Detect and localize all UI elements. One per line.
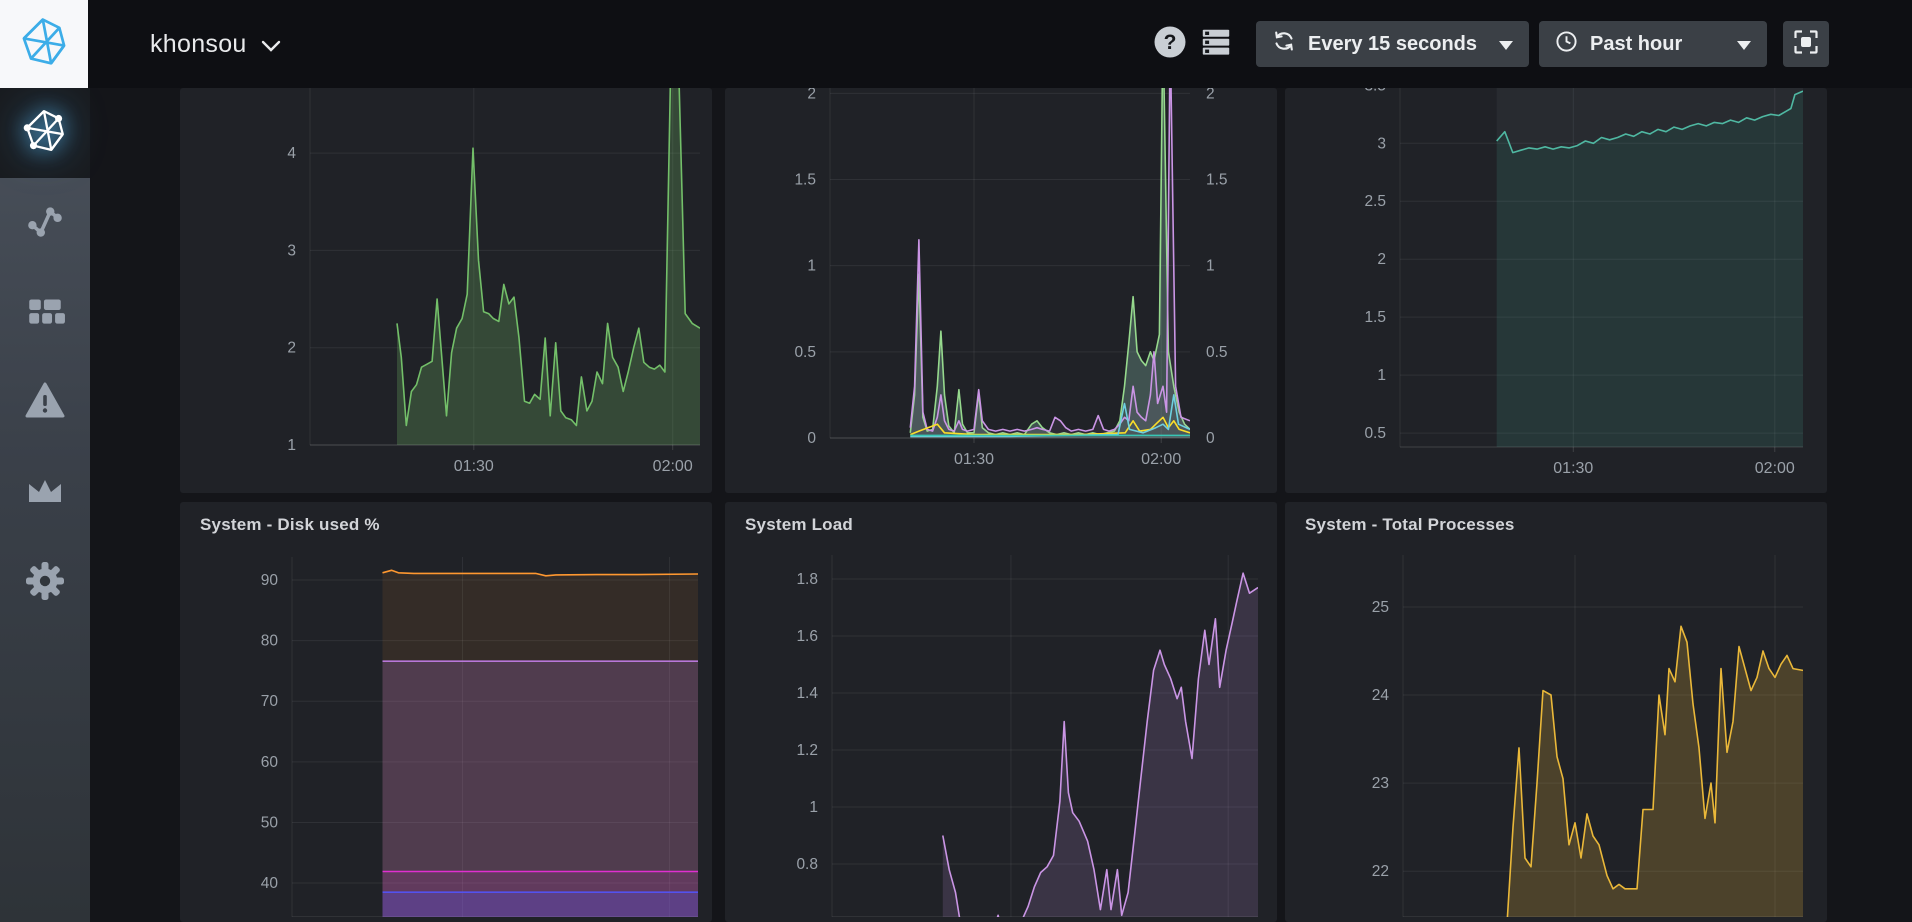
svg-text:1.8: 1.8 — [796, 571, 818, 588]
svg-text:60: 60 — [261, 754, 279, 771]
svg-text:1: 1 — [1206, 258, 1215, 275]
settings-gear-icon — [23, 559, 67, 608]
svg-text:1: 1 — [809, 799, 818, 816]
svg-text:50: 50 — [261, 814, 279, 831]
svg-text:0.8: 0.8 — [796, 856, 818, 873]
kiosk-icon — [1793, 29, 1819, 60]
clock-icon — [1555, 30, 1578, 59]
svg-text:80: 80 — [261, 633, 279, 650]
sidebar-item-home[interactable] — [0, 88, 90, 178]
svg-text:3: 3 — [1377, 135, 1386, 152]
timeseries-chart[interactable]: 0.511.522.533.501:3002:00 — [1285, 83, 1827, 493]
svg-text:02:00: 02:00 — [1755, 460, 1795, 477]
svg-text:0.5: 0.5 — [794, 344, 816, 361]
svg-text:1: 1 — [807, 258, 816, 275]
sidebar — [0, 88, 90, 922]
help-button[interactable]: ? — [1152, 26, 1188, 62]
svg-text:40: 40 — [261, 875, 279, 892]
svg-text:?: ? — [1164, 31, 1177, 54]
sidebar-item-alerting[interactable] — [0, 358, 90, 448]
svg-text:1: 1 — [1377, 367, 1386, 384]
kiosk-mode-button[interactable] — [1783, 21, 1829, 67]
grafana-logo — [18, 16, 70, 73]
svg-text:3: 3 — [287, 242, 296, 259]
playlist-icon — [1199, 25, 1233, 64]
sidebar-item-explore[interactable] — [0, 178, 90, 268]
svg-text:0.5: 0.5 — [1364, 425, 1386, 442]
svg-text:1.5: 1.5 — [1206, 172, 1228, 189]
dashboards-icon — [24, 290, 66, 337]
svg-text:24: 24 — [1372, 687, 1390, 704]
explore-graph-icon — [24, 200, 66, 247]
panel-total-processes: System - Total Processes 22232425 — [1285, 502, 1827, 922]
svg-text:0: 0 — [807, 430, 816, 447]
panel-top-left: 1 2 3 4 01:30 02:00 — [180, 88, 712, 493]
playlist-button[interactable] — [1198, 26, 1234, 62]
svg-text:25: 25 — [1372, 599, 1389, 616]
svg-text:0: 0 — [1206, 430, 1215, 447]
svg-text:22: 22 — [1372, 863, 1389, 880]
svg-text:1: 1 — [287, 437, 296, 454]
svg-text:90: 90 — [261, 572, 279, 589]
svg-text:2: 2 — [287, 340, 296, 357]
svg-text:01:30: 01:30 — [454, 458, 494, 475]
navbar-controls: ? — [1152, 21, 1912, 67]
svg-text:70: 70 — [261, 693, 279, 710]
timeseries-chart[interactable]: 22 23 24 25 — [1285, 497, 1827, 922]
panel-system-load: System Load 0.811.21.41.61.8 — [725, 502, 1277, 922]
top-navbar: khonsou ? — [0, 0, 1912, 88]
panel-top-right: 0.511.522.533.501:3002:00 — [1285, 88, 1827, 493]
refresh-interval-button[interactable]: Every 15 seconds — [1256, 21, 1529, 67]
svg-text:4: 4 — [287, 145, 296, 162]
grafana-logo-box[interactable] — [0, 0, 88, 88]
refresh-interval-label: Every 15 seconds — [1308, 33, 1477, 56]
alerting-icon — [23, 379, 67, 428]
svg-text:01:30: 01:30 — [1553, 460, 1593, 477]
timeseries-chart[interactable]: 00.511.5200.511.5201:3002:00 — [725, 83, 1277, 493]
caret-down-icon — [1499, 33, 1513, 56]
svg-text:1.5: 1.5 — [794, 172, 816, 189]
help-icon: ? — [1153, 25, 1187, 64]
svg-text:2: 2 — [1377, 251, 1386, 268]
sidebar-item-crown[interactable] — [0, 448, 90, 538]
svg-text:02:00: 02:00 — [653, 458, 693, 475]
timeseries-chart[interactable]: 0.8 1 1.2 1.4 1.6 1.8 — [725, 497, 1277, 922]
chevron-down-icon — [261, 30, 281, 59]
crown-icon — [23, 469, 67, 518]
svg-text:2.5: 2.5 — [1364, 193, 1386, 210]
grafana-home-icon — [22, 108, 68, 159]
svg-text:1.4: 1.4 — [796, 685, 818, 702]
time-range-label: Past hour — [1590, 33, 1682, 56]
dashboard-title: khonsou — [150, 30, 247, 59]
svg-text:02:00: 02:00 — [1141, 451, 1181, 468]
sidebar-item-settings[interactable] — [0, 538, 90, 628]
dashboard-title-dropdown[interactable]: khonsou — [150, 30, 281, 59]
time-range-button[interactable]: Past hour — [1539, 21, 1767, 67]
caret-down-icon — [1737, 33, 1751, 56]
svg-text:01:30: 01:30 — [954, 451, 994, 468]
svg-text:1.6: 1.6 — [796, 628, 818, 645]
sidebar-item-dashboards[interactable] — [0, 268, 90, 358]
refresh-icon — [1272, 29, 1296, 59]
panel-top-middle: 00.511.5200.511.5201:3002:00 — [725, 88, 1277, 493]
svg-text:0.5: 0.5 — [1206, 344, 1228, 361]
timeseries-chart[interactable]: 40 50 60 70 80 90 — [180, 497, 712, 922]
svg-text:1.5: 1.5 — [1364, 309, 1386, 326]
panel-disk-used: System - Disk used % 405060708090 — [180, 502, 712, 922]
svg-text:23: 23 — [1372, 775, 1389, 792]
timeseries-chart[interactable]: 1 2 3 4 01:30 02:00 — [180, 83, 712, 493]
svg-text:1.2: 1.2 — [796, 742, 818, 759]
